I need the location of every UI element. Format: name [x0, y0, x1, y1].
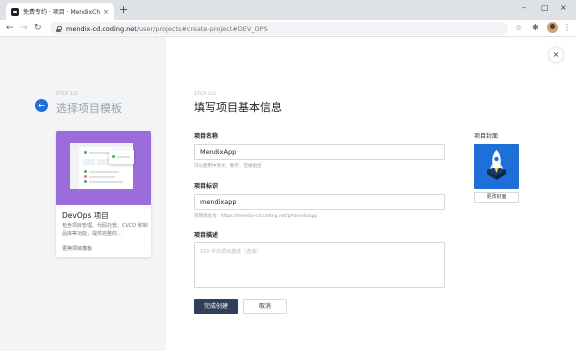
project-identifier-label: 项目标识: [194, 183, 219, 190]
cancel-button[interactable]: 取消: [243, 299, 287, 314]
preview-line: [89, 176, 115, 178]
preview-block: [83, 159, 95, 165]
page-title: 填写项目基本信息: [194, 101, 282, 114]
rocket-icon: [487, 150, 506, 180]
preview-popup: [109, 150, 134, 164]
tab-title: 免费专约 · 项目 · MendixChengdu: [23, 9, 101, 16]
url-host: mendix-cd.coding.net: [66, 24, 137, 33]
address-bar[interactable]: mendix-cd.coding.net/user/projects#creat…: [50, 22, 508, 35]
tab-close-icon[interactable]: ×: [103, 8, 109, 16]
profile-avatar[interactable]: [547, 22, 558, 33]
preview-line: [89, 181, 123, 183]
project-identifier-input[interactable]: mendixapp: [194, 194, 445, 210]
preview-block: [97, 159, 109, 165]
window-close-button[interactable]: ×: [560, 3, 567, 12]
browser-toolbar: ← → ↻ mendix-cd.coding.net/user/projects…: [0, 20, 576, 37]
project-name-input[interactable]: MendixApp: [194, 144, 445, 160]
minimize-button[interactable]: –: [522, 3, 526, 12]
forward-icon[interactable]: →: [20, 23, 28, 33]
back-icon[interactable]: ←: [6, 23, 14, 33]
step-1-label: STEP 1/2: [56, 92, 79, 97]
template-card-description: 包含项目管理、代码托管、CI/CD 和制品库等功能，提供完整的...: [62, 223, 148, 237]
close-icon[interactable]: ×: [549, 48, 563, 62]
menu-icon[interactable]: ⋮: [563, 23, 571, 33]
star-icon[interactable]: ☆: [515, 23, 522, 33]
change-template-link[interactable]: 更换项目模板: [62, 245, 92, 252]
template-card-title: DevOps 项目: [62, 211, 109, 220]
preview-status-dot: [84, 180, 87, 183]
url-text: mendix-cd.coding.net/user/projects#creat…: [66, 25, 268, 33]
project-description-textarea[interactable]: 100 字内项目描述（选填）: [194, 242, 445, 288]
step-2-label: STEP 2/2: [194, 92, 217, 97]
preview-status-dot: [84, 170, 87, 173]
project-name-label: 项目名称: [194, 133, 219, 140]
template-preview-image: [56, 131, 151, 205]
preview-line: [89, 152, 109, 154]
preview-sidebar: [70, 147, 79, 189]
project-name-hint: 可以使用中英文、数字、空格组合: [194, 164, 262, 169]
lock-icon: [56, 25, 62, 32]
maximize-button[interactable]: ▢: [541, 3, 549, 12]
project-identifier-hint: 项目地址为：https://mendix-cd.coding.net/p/men…: [194, 214, 318, 219]
project-cover-label: 项目封面: [474, 133, 499, 140]
browser-tab[interactable]: 免费专约 · 项目 · MendixChengdu ×: [6, 3, 114, 20]
reload-icon[interactable]: ↻: [34, 23, 42, 33]
new-tab-button[interactable]: +: [119, 4, 128, 16]
project-description-label: 项目描述: [194, 232, 219, 239]
change-cover-button[interactable]: 更改封面: [474, 192, 519, 203]
coding-favicon-icon: [11, 7, 19, 16]
project-cover-image: [474, 144, 519, 189]
preview-titlebar: [70, 143, 133, 147]
extension-icon[interactable]: ✱: [532, 23, 539, 33]
preview-line: [89, 171, 119, 173]
left-title: 选择项目模板: [56, 102, 122, 115]
preview-status-dot: [112, 155, 115, 158]
url-path: /user/projects#create-project#DEV_OPS: [136, 24, 268, 33]
preview-status-dot: [84, 151, 87, 154]
template-card[interactable]: DevOps 项目 包含项目管理、代码托管、CI/CD 和制品库等功能，提供完整…: [56, 131, 151, 257]
browser-tab-bar: 免费专约 · 项目 · MendixChengdu × + – ▢ ×: [0, 0, 576, 20]
preview-line: [117, 156, 130, 158]
preview-status-dot: [84, 175, 87, 178]
back-arrow-icon[interactable]: ←: [35, 99, 48, 112]
create-project-button[interactable]: 完成创建: [194, 299, 238, 314]
